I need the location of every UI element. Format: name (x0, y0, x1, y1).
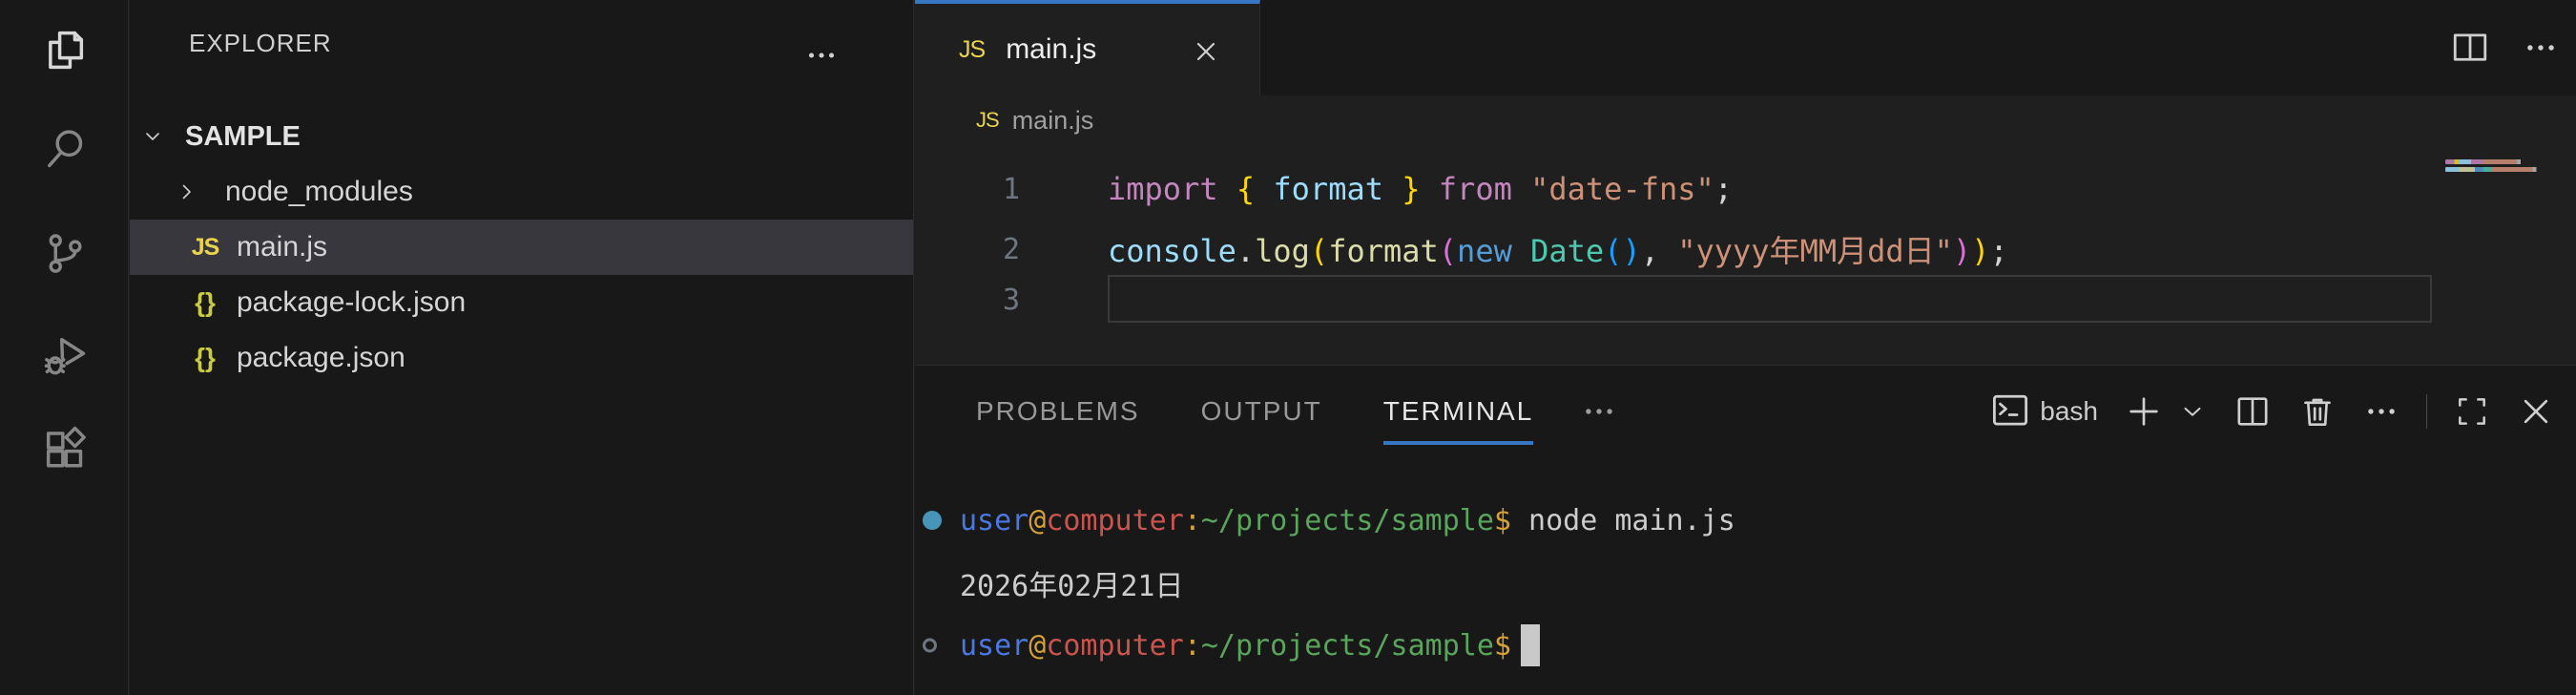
code-text: console.log(format(new Date(), "yyyy年MM月… (1108, 227, 2008, 271)
split-terminal-icon[interactable] (2233, 392, 2272, 431)
maximize-panel-icon[interactable] (2454, 393, 2490, 430)
json-file-icon: {} (183, 343, 227, 373)
js-file-icon: JS (183, 234, 227, 262)
js-file-icon: JS (976, 108, 999, 133)
editor-more-actions-icon[interactable] (2523, 30, 2559, 66)
panel-actions: bash (1990, 366, 2555, 457)
chevron-down-icon[interactable] (141, 125, 164, 148)
chevron-right-icon (176, 180, 198, 203)
minimap-line (2445, 159, 2545, 164)
tab-label: main.js (1006, 33, 1096, 66)
code-text: import { format } from "date-fns"; (1108, 171, 1733, 207)
file-label: package.json (237, 342, 405, 374)
editor-actions (2450, 0, 2559, 95)
file-row-package-lock.json[interactable]: {} package-lock.json (130, 275, 913, 330)
panel-tab-output[interactable]: OUTPUT (1201, 366, 1322, 457)
json-file-icon: {} (183, 287, 227, 318)
file-label: node_modules (225, 176, 413, 208)
bottom-panel: PROBLEMS OUTPUT TERMINAL bash (915, 365, 2576, 695)
breadcrumb-item-file[interactable]: main.js (1012, 106, 1094, 136)
line-number: 1 (915, 173, 1020, 206)
search-icon[interactable] (39, 122, 91, 174)
panel-tab-terminal[interactable]: TERMINAL (1383, 366, 1534, 457)
sidebar-more-actions-icon[interactable] (804, 38, 839, 73)
file-label: package-lock.json (237, 286, 466, 319)
sidebar-title: EXPLORER (189, 29, 332, 58)
file-label: main.js (237, 231, 327, 263)
sidebar-header: EXPLORER (130, 0, 913, 86)
panel-tabs: PROBLEMS OUTPUT TERMINAL (976, 366, 1617, 457)
new-terminal-plus-icon[interactable] (2125, 392, 2163, 431)
file-row-node_modules[interactable]: node_modules (130, 164, 913, 220)
file-list: node_modules JS main.js {} package-lock.json… (130, 164, 913, 386)
tree-root-sample[interactable]: SAMPLE (130, 109, 913, 164)
extensions-icon[interactable] (39, 423, 91, 474)
editor-group: JS main.js JS main.js 1 import { format }… (915, 0, 2576, 365)
command-success-decoration-icon[interactable] (923, 511, 942, 530)
tab-bar: JS main.js (915, 0, 2576, 95)
split-editor-icon[interactable] (2450, 28, 2490, 68)
line-number: 2 (915, 233, 1020, 266)
terminal-line: 2026年02月21日 (915, 562, 1184, 604)
explorer-icon[interactable] (39, 24, 91, 75)
panel-actions-divider (2426, 394, 2427, 429)
shell-label: bash (2040, 396, 2098, 427)
activity-bar (0, 0, 129, 695)
run-and-debug-icon[interactable] (39, 329, 91, 381)
panel-header: PROBLEMS OUTPUT TERMINAL bash (915, 366, 2576, 457)
code-line-1[interactable]: 1 import { format } from "date-fns"; (915, 168, 1733, 210)
line-number: 3 (915, 284, 1020, 317)
current-line-highlight (1108, 275, 2432, 323)
file-row-main.js[interactable]: JS main.js (130, 220, 913, 275)
explorer-sidebar: EXPLORER SAMPLE node_modules JS main.js {} p… (130, 0, 914, 695)
panel-tab-problems[interactable]: PROBLEMS (976, 366, 1140, 457)
panel-tabs-more-icon[interactable] (1581, 393, 1617, 430)
terminal-line: user@computer:~/projects/sample$ (915, 624, 1540, 666)
source-control-icon[interactable] (39, 227, 91, 279)
minimap-line (2445, 167, 2545, 172)
tab-close-icon[interactable] (1191, 36, 1221, 67)
terminal-cursor (1521, 624, 1540, 666)
launch-profile-chevron-icon[interactable] (2178, 397, 2207, 426)
minimap[interactable] (2445, 159, 2545, 175)
panel-more-actions-icon[interactable] (2363, 393, 2399, 430)
breadcrumb: JS main.js (915, 95, 2576, 145)
file-tree: SAMPLE node_modules JS main.js {} package-lo… (130, 109, 913, 386)
file-row-package.json[interactable]: {} package.json (130, 330, 913, 386)
terminal-line: user@computer:~/projects/sample$ node ma… (915, 499, 1735, 541)
tree-root-label: SAMPLE (185, 121, 301, 153)
close-panel-icon[interactable] (2517, 392, 2555, 431)
tab-main-js[interactable]: JS main.js (915, 0, 1260, 95)
code-line-2[interactable]: 2 console.log(format(new Date(), "yyyy年MM… (915, 228, 2008, 270)
js-file-icon: JS (959, 36, 985, 64)
code-line-3[interactable]: 3 (915, 279, 1108, 321)
command-pending-decoration-icon[interactable] (923, 639, 937, 653)
terminal-profile[interactable]: bash (1990, 391, 2098, 432)
kill-terminal-trash-icon[interactable] (2298, 392, 2337, 431)
